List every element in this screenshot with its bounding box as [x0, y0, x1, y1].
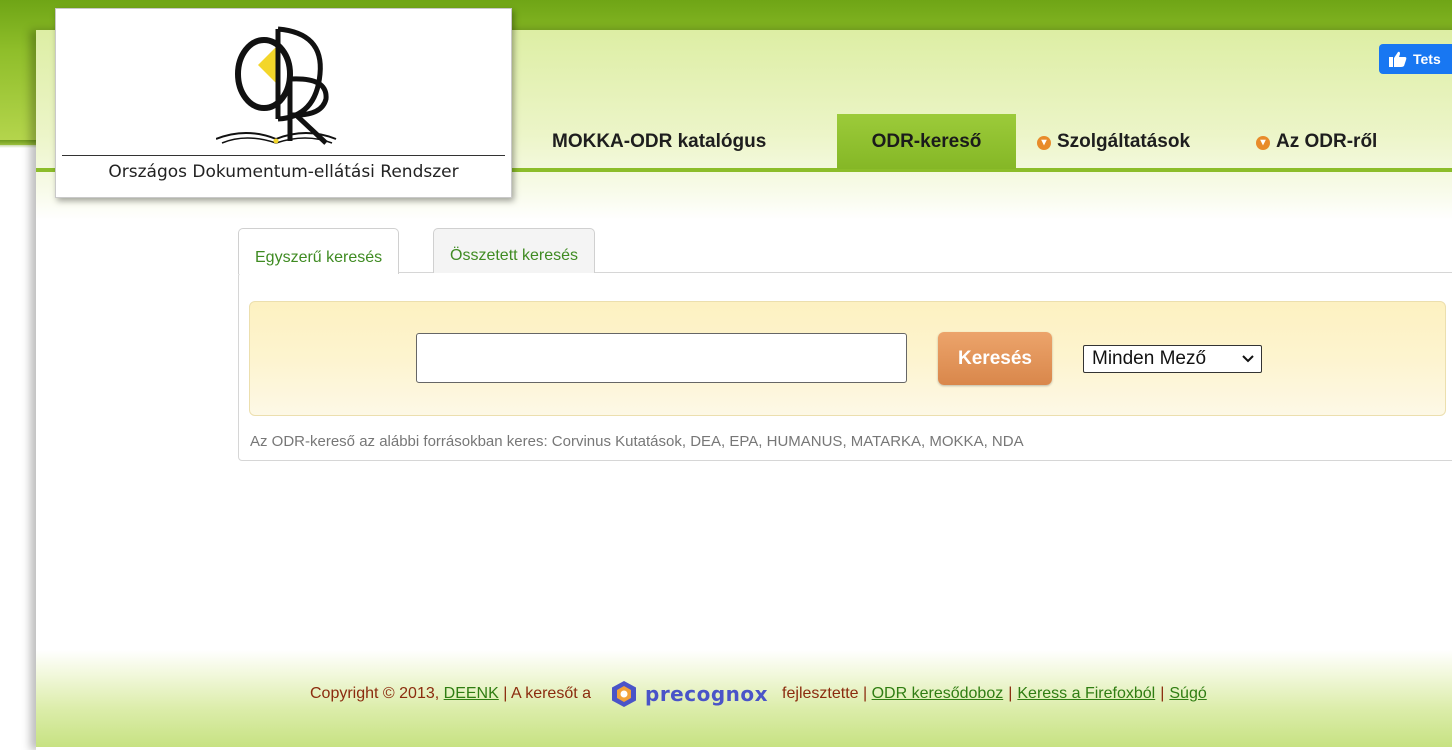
- nav-item-label: Az ODR-ről: [1276, 131, 1378, 152]
- firefox-link[interactable]: Keress a Firefoxból: [1017, 685, 1155, 703]
- nav-item-services[interactable]: ▾ Szolgáltatások: [1021, 114, 1206, 169]
- tab-advanced-search[interactable]: Összetett keresés: [433, 228, 596, 273]
- precognox-hexagon-icon: [612, 681, 636, 707]
- logo-caption: Országos Dokumentum-ellátási Rendszer: [62, 155, 505, 182]
- nav-item-odr-search[interactable]: ODR-kereső: [837, 114, 1016, 169]
- precognox-logo[interactable]: precognox: [611, 680, 768, 708]
- facebook-like-label: Tets: [1413, 51, 1441, 67]
- thumbs-up-icon: [1389, 51, 1407, 67]
- tab-simple-search[interactable]: Egyszerű keresés: [238, 228, 400, 274]
- nav-item-mokka-catalog[interactable]: MOKKA-ODR katalógus: [536, 114, 782, 169]
- top-band-shadow: [0, 140, 38, 148]
- odr-logo[interactable]: Országos Dokumentum-ellátási Rendszer: [55, 8, 512, 198]
- help-link[interactable]: Súgó: [1169, 685, 1206, 703]
- nav-item-label: ODR-kereső: [871, 131, 982, 152]
- dropdown-bullet-icon: ▾: [1256, 136, 1270, 150]
- field-select-value: Minden Mező: [1092, 348, 1207, 369]
- sources-note: Az ODR-kereső az alábbi forrásokban kere…: [250, 433, 1024, 450]
- searchbox-link[interactable]: ODR keresődoboz: [872, 685, 1004, 703]
- search-input[interactable]: [416, 333, 907, 383]
- tab-label: Összetett keresés: [450, 247, 579, 264]
- facebook-like-button[interactable]: Tets: [1379, 44, 1452, 74]
- odr-logo-icon: [216, 26, 337, 145]
- dropdown-bullet-icon: ▾: [1037, 136, 1051, 150]
- separator: |: [1008, 685, 1013, 702]
- nav-item-label: MOKKA-ODR katalógus: [552, 131, 767, 152]
- developed-text: fejlesztette |: [782, 685, 868, 702]
- copyright-text: Copyright © 2013,: [310, 685, 440, 702]
- deenk-link[interactable]: DEENK: [444, 685, 499, 703]
- footer-line: Copyright © 2013, DEENK | A keresőt a pr…: [310, 680, 1207, 708]
- search-button[interactable]: Keresés: [938, 332, 1052, 385]
- nav-item-about[interactable]: ▾ Az ODR-ről: [1240, 114, 1393, 169]
- separator: |: [1160, 685, 1165, 702]
- made-by-text: | A keresőt a: [503, 685, 591, 702]
- nav-item-label: Szolgáltatások: [1057, 131, 1191, 152]
- chevron-down-icon: [1242, 355, 1254, 363]
- tab-label: Egyszerű keresés: [255, 249, 383, 266]
- field-select[interactable]: Minden Mező: [1083, 345, 1262, 373]
- precognox-word: precognox: [645, 682, 769, 706]
